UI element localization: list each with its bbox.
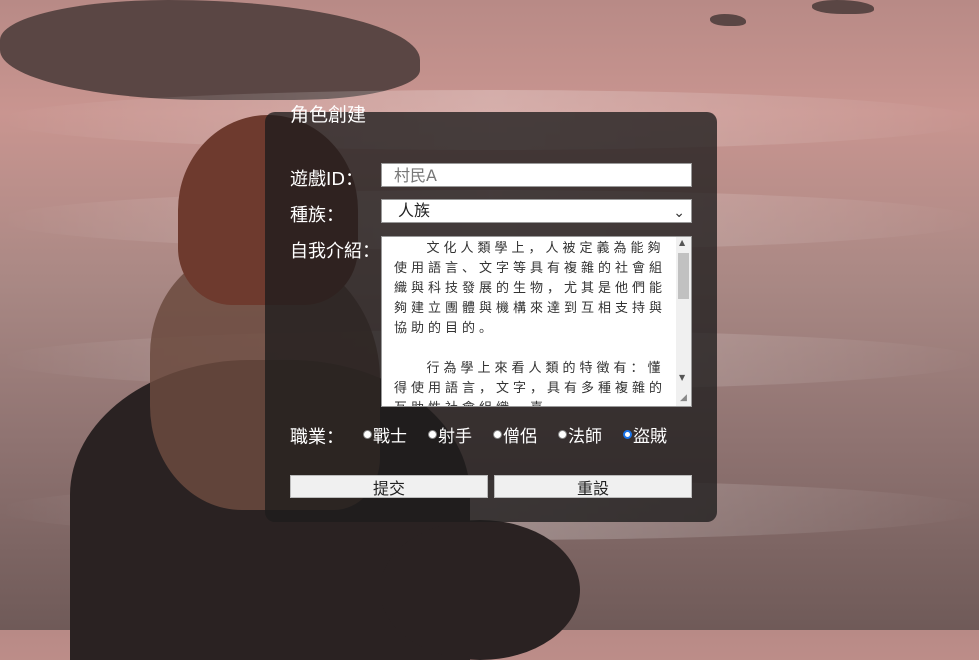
game-id-label: 遊戲ID： — [290, 169, 364, 190]
profession-option-label: 僧侶 — [503, 427, 537, 447]
profession-option-mage[interactable]: 法師 — [558, 422, 602, 447]
scroll-down-icon[interactable]: ▼ — [679, 373, 685, 382]
race-selected-value: 人族 — [398, 201, 431, 220]
race-select[interactable]: 人族 ⌄ — [381, 199, 692, 223]
radio-button[interactable] — [363, 430, 372, 439]
profession-option-archer[interactable]: 射手 — [428, 422, 472, 447]
race-label: 種族： — [290, 205, 344, 226]
person-silhouette — [380, 520, 580, 660]
profession-option-label: 戰士 — [373, 427, 407, 447]
radio-button-checked[interactable] — [623, 430, 632, 439]
radio-button[interactable] — [493, 430, 502, 439]
profession-option-priest[interactable]: 僧侶 — [493, 422, 537, 447]
chevron-down-icon: ⌄ — [673, 205, 685, 221]
intro-textarea[interactable]: 文化人類學上，人被定義為能夠使用語言、文字等具有複雜的社會組織與科技發展的生物，… — [381, 236, 692, 407]
scroll-up-icon[interactable]: ▲ — [679, 238, 685, 247]
resize-handle-icon[interactable]: ◢ — [680, 393, 690, 405]
profession-option-warrior[interactable]: 戰士 — [363, 422, 407, 447]
reset-button[interactable]: 重設 — [494, 475, 692, 498]
intro-label: 自我介紹： — [290, 241, 380, 262]
rock — [0, 0, 420, 100]
rock — [710, 14, 746, 26]
radio-button[interactable] — [428, 430, 437, 439]
intro-scrollbar[interactable]: ▲ ▼ ◢ — [676, 237, 691, 406]
submit-button[interactable]: 提交 — [290, 475, 488, 498]
radio-button[interactable] — [558, 430, 567, 439]
form-title: 角色創建 — [290, 104, 367, 126]
profession-label: 職業： — [290, 427, 344, 448]
scroll-thumb[interactable] — [678, 253, 689, 299]
profession-option-label: 盜賊 — [633, 427, 667, 447]
game-id-input[interactable] — [381, 163, 692, 187]
profession-option-label: 射手 — [438, 427, 472, 447]
rock — [812, 0, 874, 14]
profession-option-thief[interactable]: 盜賊 — [623, 422, 667, 447]
profession-option-label: 法師 — [568, 427, 602, 447]
